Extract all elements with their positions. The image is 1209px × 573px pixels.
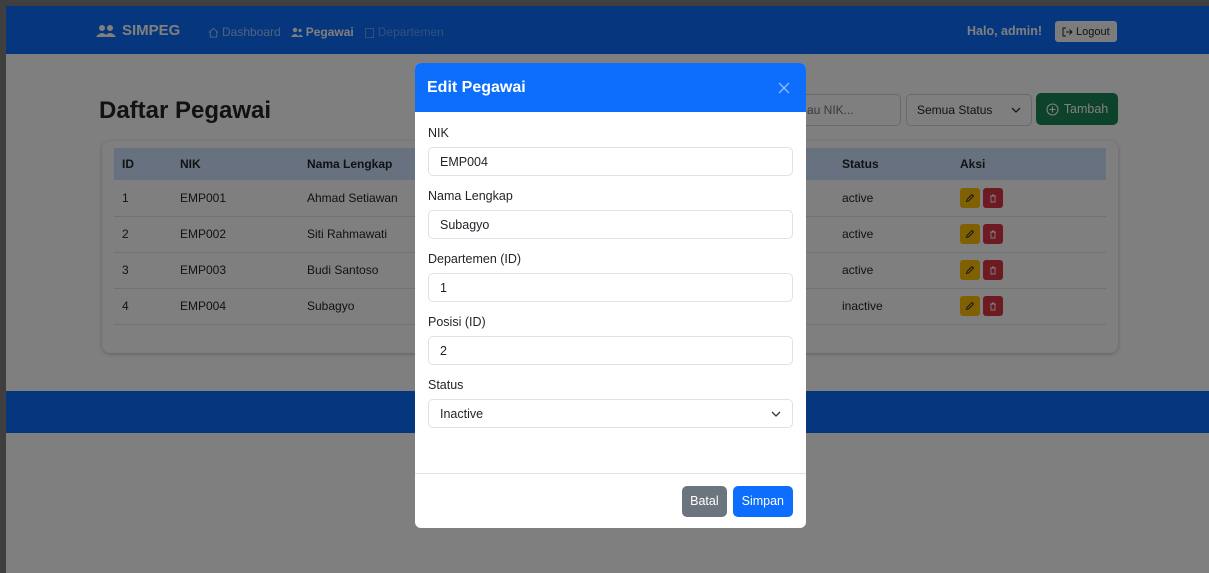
status-select-value: Inactive (440, 406, 484, 421)
departemen-field[interactable] (428, 273, 793, 302)
save-button[interactable]: Simpan (732, 485, 793, 517)
nama-field[interactable] (428, 210, 793, 239)
close-icon (778, 82, 790, 93)
departemen-label: Departemen (ID) (428, 252, 522, 266)
posisi-field[interactable] (428, 336, 793, 365)
modal-footer: Batal Simpan (415, 473, 806, 528)
nik-label: NIK (428, 126, 449, 140)
status-select[interactable]: Inactive (428, 399, 793, 428)
close-button[interactable] (774, 78, 794, 98)
chevron-down-icon (771, 411, 781, 417)
status-label: Status (428, 378, 464, 392)
modal-header: Edit Pegawai (415, 63, 806, 112)
posisi-label: Posisi (ID) (428, 315, 486, 329)
modal-title: Edit Pegawai (427, 78, 526, 96)
nik-field[interactable] (428, 147, 793, 176)
nama-label: Nama Lengkap (428, 189, 513, 203)
cancel-button[interactable]: Batal (682, 485, 727, 517)
edit-employee-modal: Edit Pegawai NIK Nama Lengkap Departemen… (415, 63, 806, 528)
modal-body: NIK Nama Lengkap Departemen (ID) Posisi … (415, 112, 806, 428)
